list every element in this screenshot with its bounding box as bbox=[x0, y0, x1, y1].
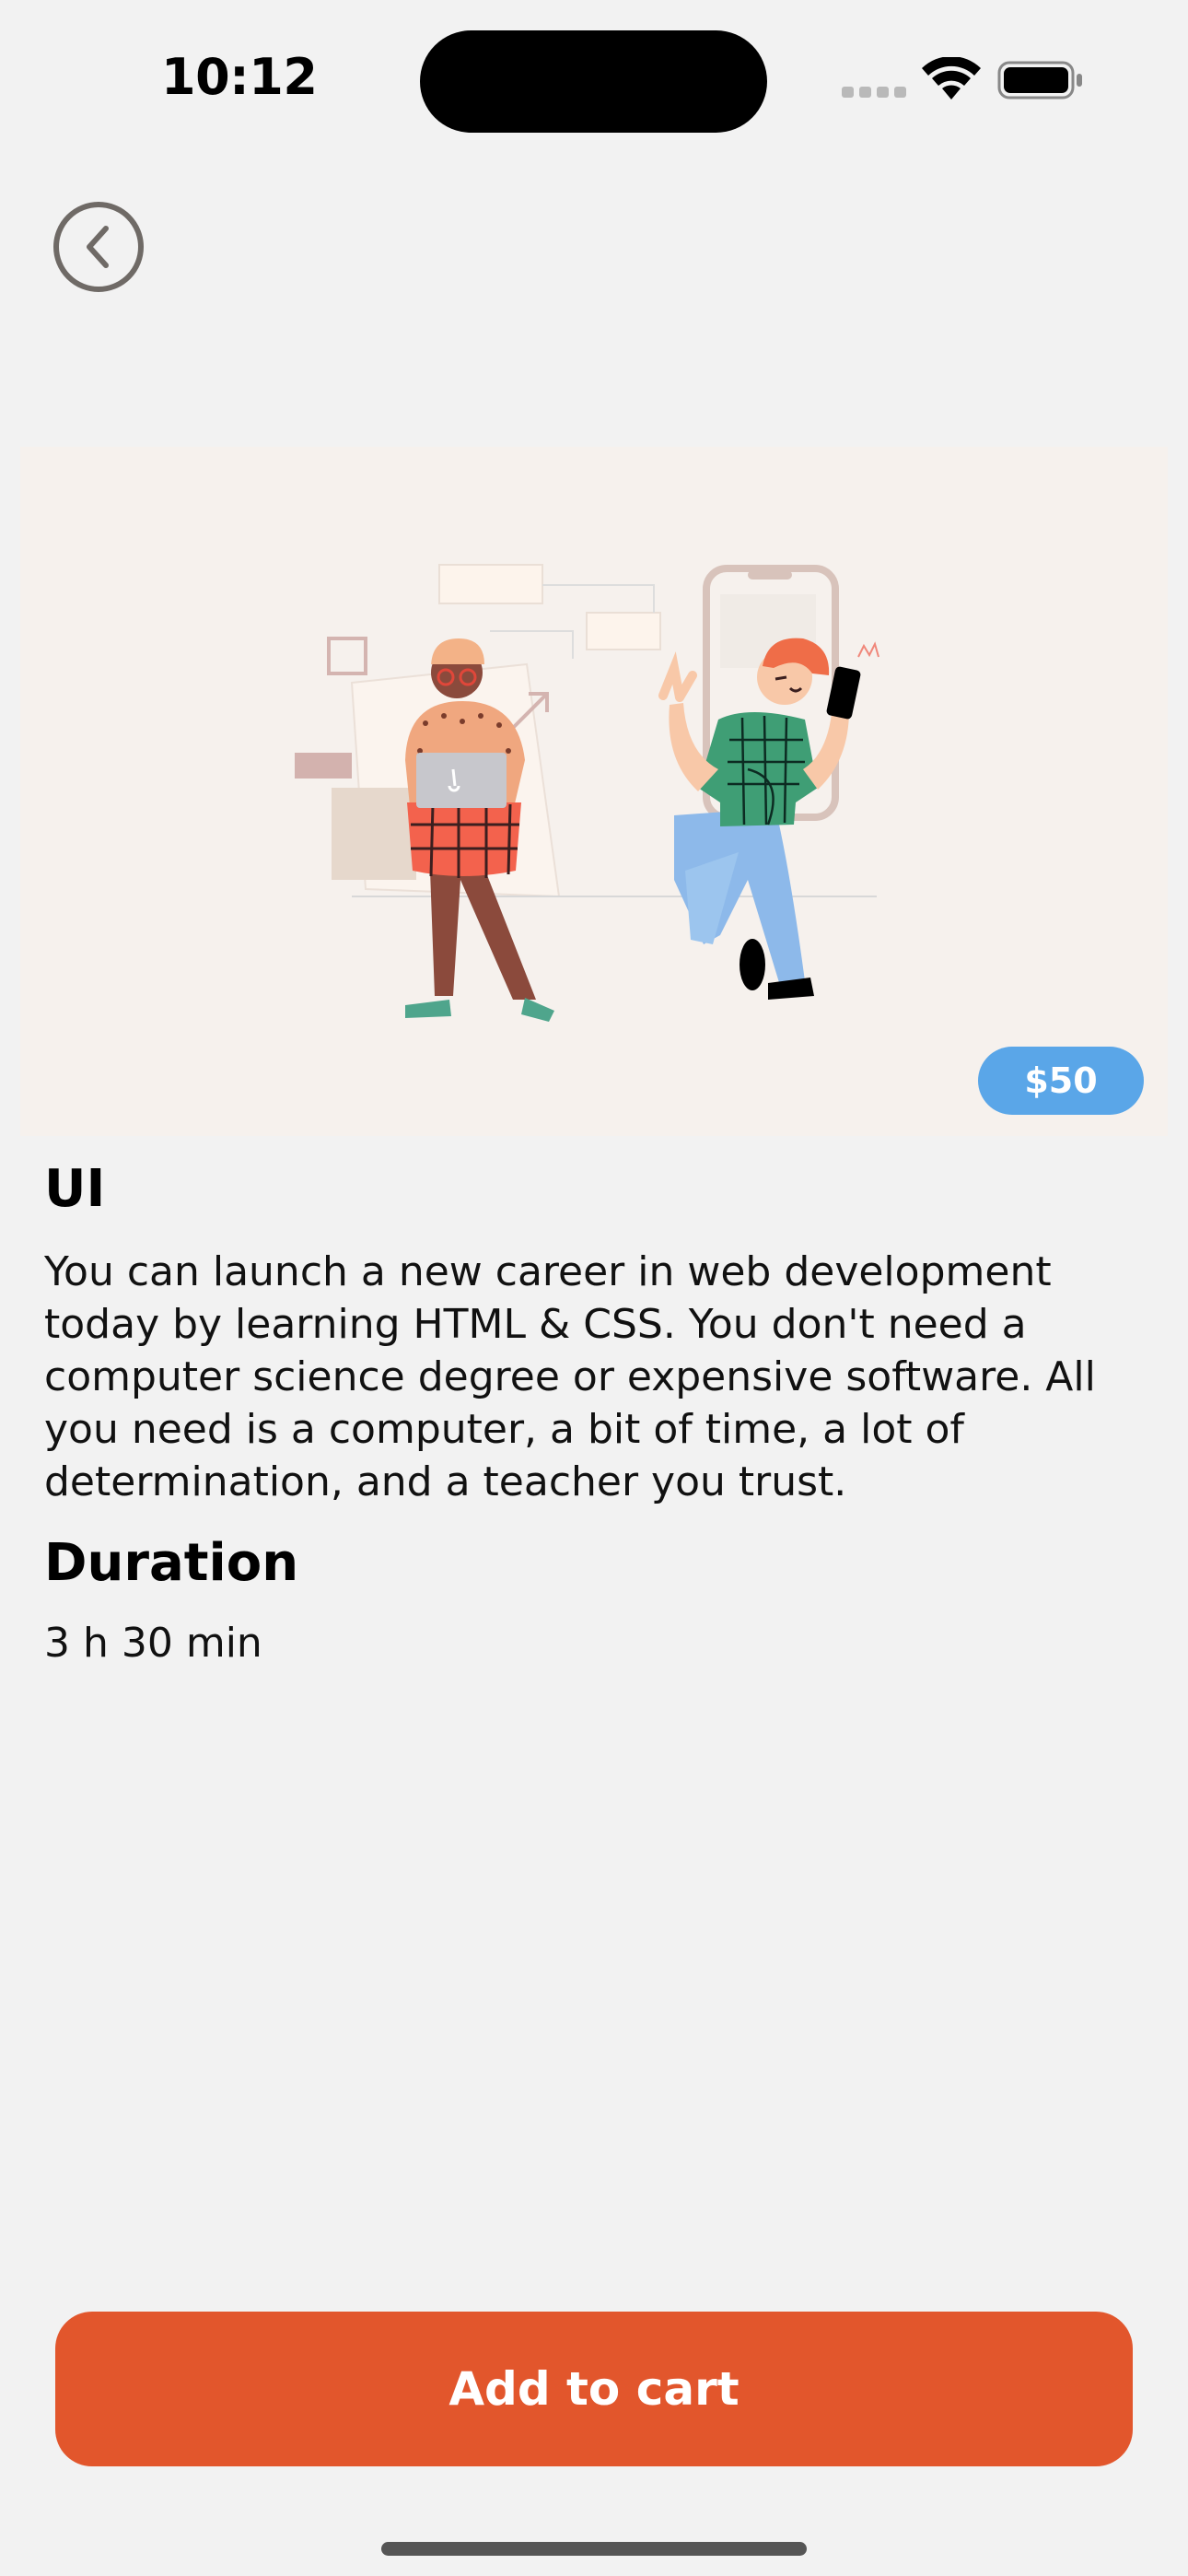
battery-icon bbox=[997, 61, 1082, 100]
status-time: 10:12 bbox=[161, 48, 318, 106]
back-button[interactable] bbox=[53, 202, 144, 292]
home-indicator[interactable] bbox=[381, 2542, 807, 2556]
two-people-learning-illustration bbox=[295, 564, 879, 1022]
dynamic-island bbox=[420, 30, 767, 133]
chevron-left-icon bbox=[87, 226, 109, 268]
duration-value: 3 h 30 min bbox=[44, 1620, 262, 1667]
wifi-icon bbox=[922, 57, 981, 100]
course-hero-image bbox=[20, 447, 1168, 1136]
course-title: UI bbox=[44, 1159, 106, 1219]
duration-heading: Duration bbox=[44, 1533, 299, 1593]
course-description: You can launch a new career in web devel… bbox=[44, 1248, 1096, 1505]
add-to-cart-button[interactable]: Add to cart bbox=[55, 2312, 1133, 2466]
cellular-signal-icon bbox=[842, 87, 906, 100]
course-detail-screen: 10:12 $50 UI You can launch a new career… bbox=[0, 0, 1188, 2576]
price-badge: $50 bbox=[978, 1047, 1144, 1115]
